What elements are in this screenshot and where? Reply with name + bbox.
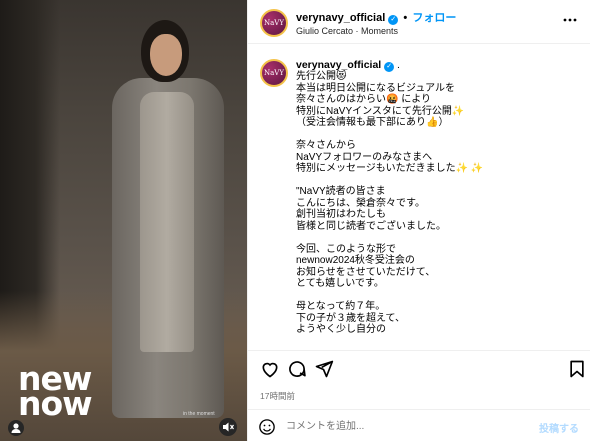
caption-line: 奈々さんから <box>296 140 356 151</box>
header-username-row: verynavy_official ✓ • フォロー <box>296 9 456 25</box>
caption-line: 特別にメッセージもいただきました✨ ✨ <box>296 163 484 174</box>
caption-line: 下の子が３歳を超えて、 <box>296 312 405 324</box>
caption-line: 奈々さんのはからい🤬 により <box>296 94 432 105</box>
comment-icon[interactable] <box>287 359 307 379</box>
caption-text: 先行公開😻 本当は明日公開になるビジュアルを 奈々さんのはからい🤬 により 特別にNa… <box>296 71 566 336</box>
caption-line <box>296 232 566 244</box>
caption-line: ようやく少し自分の <box>296 324 386 335</box>
post-media[interactable]: new now in the moment <box>0 0 247 441</box>
caption-username-link[interactable]: verynavy_official <box>296 59 381 71</box>
action-bar <box>248 350 590 386</box>
heart-icon[interactable] <box>260 359 280 379</box>
person-icon[interactable] <box>8 420 24 436</box>
post-details-panel: NaVY verynavy_official ✓ • フォロー Giulio C… <box>247 0 590 441</box>
avatar[interactable]: NaVY <box>260 9 288 37</box>
caption-area: NaVY verynavy_official ✓ . 先行公開😻 本当は明日公開に… <box>248 45 590 350</box>
caption-line: （受注会情報も最下部にあり👍） <box>296 117 449 128</box>
caption-line: 先行公開😻 <box>296 71 347 82</box>
caption-line <box>296 129 566 141</box>
post-header: NaVY verynavy_official ✓ • フォロー Giulio C… <box>248 0 590 44</box>
caption-avatar[interactable]: NaVY <box>260 59 288 87</box>
newnow-logo: new now <box>18 359 93 423</box>
caption-line: "NaVY読者の皆さま <box>296 186 386 197</box>
photo-model-inner-layer <box>140 92 194 352</box>
comment-input[interactable] <box>286 417 526 435</box>
caption-line <box>296 175 566 187</box>
post-comment-button[interactable]: 投稿する <box>539 420 579 435</box>
smiley-icon[interactable] <box>258 418 276 436</box>
photo-model-face <box>150 34 182 76</box>
caption-line <box>296 290 566 302</box>
caption-line: 創刊当初はわたしも <box>296 209 386 220</box>
caption-line: 皆様と同じ読者でございました。 <box>296 220 446 232</box>
username-link[interactable]: verynavy_official <box>296 12 385 24</box>
send-icon[interactable] <box>314 359 334 379</box>
speaker-muted-icon[interactable] <box>219 418 237 436</box>
bookmark-icon[interactable] <box>567 359 587 379</box>
caption-line: 今回、このような形で <box>296 243 396 255</box>
verified-badge-icon: ✓ <box>388 15 399 25</box>
audio-attribution[interactable]: Giulio Cercato · Moments <box>296 26 398 36</box>
separator-dot: • <box>403 12 408 24</box>
caption-username-tail: . <box>394 59 400 71</box>
caption-line: 母となって約７年。 <box>296 301 386 312</box>
caption-line: 特別にNaVYインスタにて先行公開✨ <box>296 105 465 117</box>
caption-line: とても嬉しいです。 <box>296 278 384 289</box>
caption-line: 本当は明日公開になるビジュアルを <box>296 82 455 94</box>
caption-line: newnow2024秋冬受注会の <box>296 255 415 266</box>
caption-line: お知らせをさせていただけて、 <box>296 266 436 278</box>
follow-button[interactable]: フォロー <box>412 12 456 24</box>
comment-bar: 投稿する <box>248 409 590 441</box>
more-horizontal-icon[interactable] <box>562 12 578 31</box>
photo-overlay-caption: in the moment <box>183 411 215 417</box>
post-timestamp[interactable]: 17時間前 <box>260 390 295 402</box>
caption-line: NaVYフォロワーのみなさまへ <box>296 151 433 163</box>
caption-line: こんにちは、榮倉奈々です。 <box>296 197 425 209</box>
